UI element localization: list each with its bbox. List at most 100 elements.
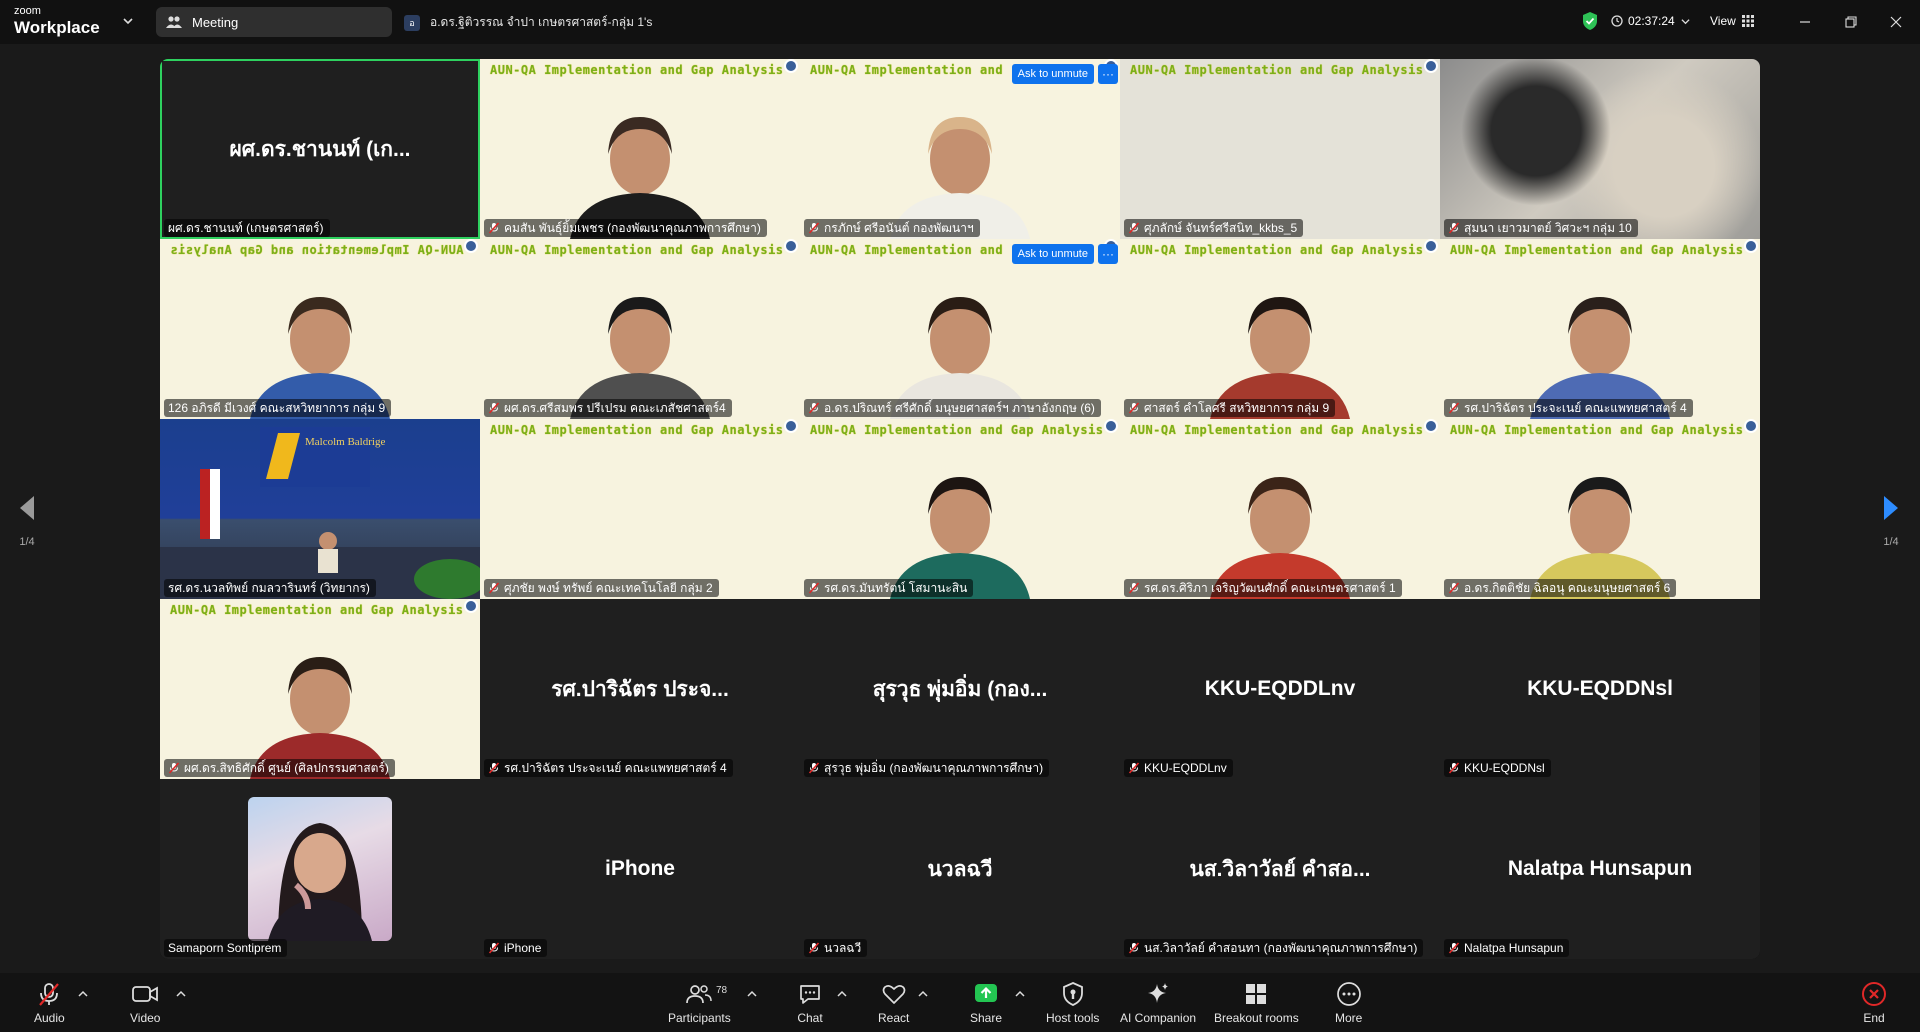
microphone-muted-icon	[808, 402, 820, 414]
tile-more-options-button[interactable]: ···	[1098, 244, 1118, 264]
microphone-muted-icon	[168, 762, 180, 774]
audio-options-caret-icon[interactable]	[78, 989, 88, 999]
participant-name: นวลฉวี	[824, 940, 862, 955]
brand-zoom: zoom	[14, 5, 41, 17]
participant-video-figure	[1530, 297, 1670, 419]
microphone-muted-icon	[488, 222, 500, 234]
arrow-left-icon[interactable]	[18, 494, 36, 522]
ask-to-unmute-button[interactable]: Ask to unmute	[1011, 64, 1094, 84]
view-button[interactable]: View	[1710, 14, 1754, 28]
participant-nameplate: ผศ.ดร.ศรีสมพร ปรีเปรม คณะเภสัชศาสตร์4	[484, 399, 732, 417]
clock-icon	[1611, 15, 1623, 27]
view-label: View	[1710, 14, 1736, 28]
microphone-muted-icon	[1128, 762, 1140, 774]
participant-nameplate: KKU-EQDDLnv	[1124, 759, 1233, 777]
participant-video-figure	[570, 297, 710, 419]
participant-nameplate: อ.ดร.ปริณทร์ ศรีศักดิ์ มนุษยศาสตร์ฯ ภาษา…	[804, 399, 1101, 417]
people-icon	[166, 16, 182, 28]
participant-tile[interactable]: AUN-QA Implementation and Gap Analysis รศ…	[1120, 419, 1440, 599]
breakout-rooms-icon	[1246, 984, 1267, 1004]
more-button[interactable]: More	[1335, 981, 1362, 1025]
minimize-button[interactable]	[1795, 12, 1815, 32]
university-seal-icon	[784, 419, 798, 433]
microphone-muted-icon	[1128, 222, 1140, 234]
breakout-rooms-button[interactable]: Breakout rooms	[1214, 981, 1299, 1025]
participant-tile[interactable]: AUN-QA Implementation and Gap Analysis คม…	[480, 59, 800, 239]
participant-tile[interactable]: AUN-QA Implementation and Gap Analysis รศ…	[1440, 239, 1760, 419]
participant-display-name: KKU-EQDDLnv	[1204, 677, 1356, 700]
end-meeting-button[interactable]: End	[1861, 981, 1887, 1025]
participant-tile[interactable]: นส.วิลาวัลย์ คำสอ... นส.วิลาวัลย์ คำสอนทา…	[1120, 779, 1440, 959]
shared-screen-tab[interactable]: อ อ.ดร.ฐิติวรรณ จำปา เกษตรศาสตร์-กลุ่ม 1…	[404, 13, 652, 32]
previous-page-nav[interactable]: 1/4	[18, 494, 36, 548]
chat-label: Chat	[797, 1011, 823, 1025]
university-seal-icon	[784, 239, 798, 253]
participant-nameplate: รศ.ปาริฉัตร ประจะเนย์ คณะแพทยศาสตร์ 4	[1444, 399, 1693, 417]
react-caret-icon[interactable]	[918, 989, 928, 999]
participant-tile[interactable]: AUN-QA Implementation and Gap Analysis อ.…	[1440, 419, 1760, 599]
participant-name: สุรวุธ พุ่มอิ่ม (กองพัฒนาคุณภาพการศึกษา)	[824, 760, 1044, 775]
host-tools-button[interactable]: Host tools	[1046, 981, 1099, 1025]
participant-tile[interactable]: iPhone iPhone	[480, 779, 800, 959]
participant-tile[interactable]: AUN-QA Implementation and Gap Analysis รศ…	[800, 419, 1120, 599]
chevron-down-icon[interactable]	[122, 15, 134, 27]
participants-caret-icon[interactable]	[747, 989, 757, 999]
participant-tile[interactable]: AUN-QA Implementation and Gap Analysis ศา…	[1120, 239, 1440, 419]
participant-tile[interactable]: AUN-QA Implementation and Gap Analysis ศุ…	[480, 419, 800, 599]
participant-tile[interactable]: สุมนา เยาวมาตย์ วิศวะฯ กลุ่ม 10	[1440, 59, 1760, 239]
share-button[interactable]: Share	[970, 981, 1002, 1025]
participant-tile[interactable]: AUN-QA Implementation and Gap Analysis ศุ…	[1120, 59, 1440, 239]
participant-tile[interactable]: Malcolm Baldrige รศ.ดร.นวลทิพย์ กมลวารินท…	[160, 419, 480, 599]
participant-tile[interactable]: AUN-QA Implementation and Gap Analysis ผศ…	[480, 239, 800, 419]
participant-video-figure	[890, 297, 1030, 419]
participant-tile[interactable]: รศ.ปาริฉัตร ประจ... รศ.ปาริฉัตร ประจะเนย์…	[480, 599, 800, 779]
participant-tile[interactable]: AUN-QA Implementation and Gap Analysis 12…	[160, 239, 480, 419]
participant-tile[interactable]: Samaporn Sontiprem	[160, 779, 480, 959]
ask-to-unmute-button[interactable]: Ask to unmute	[1011, 244, 1094, 264]
microphone-muted-icon	[1448, 942, 1460, 954]
share-caret-icon[interactable]	[1015, 989, 1025, 999]
encryption-shield-icon[interactable]	[1581, 11, 1599, 31]
participant-video-figure	[250, 297, 390, 419]
participant-name: รศ.ดร.มันทรัตน์ โสมานะสิน	[824, 580, 968, 595]
participant-tile[interactable]: AUN-QA Implementation and Ask to unmute ··…	[800, 59, 1120, 239]
end-call-icon	[1862, 982, 1886, 1006]
close-button[interactable]	[1886, 12, 1906, 32]
aun-qa-banner-text: AUN-QA Implementation and	[810, 243, 1004, 257]
participant-name: นส.วิลาวัลย์ คำสอนทา (กองพัฒนาคุณภาพการศ…	[1144, 940, 1418, 955]
participant-nameplate: ผศ.ดร.สิทธิศักดิ์ ศูนย์ (ศิลปกรรมศาสตร์)	[164, 759, 395, 777]
zoom-workplace-logo[interactable]: zoom Workplace	[14, 5, 100, 37]
profile-portrait	[268, 823, 372, 941]
arrow-right-icon[interactable]	[1882, 494, 1900, 522]
participant-nameplate: ผศ.ดร.ชานนท์ (เกษตรศาสตร์)	[164, 219, 330, 237]
ai-companion-label: AI Companion	[1120, 1011, 1197, 1025]
participant-tile[interactable]: KKU-EQDDNsl KKU-EQDDNsl	[1440, 599, 1760, 779]
chat-caret-icon[interactable]	[837, 989, 847, 999]
ai-companion-button[interactable]: AI Companion	[1120, 981, 1196, 1025]
audio-button[interactable]: Audio	[34, 981, 65, 1025]
participant-tile[interactable]: Nalatpa Hunsapun Nalatpa Hunsapun	[1440, 779, 1760, 959]
react-button[interactable]: React	[878, 981, 909, 1025]
participant-video-figure	[1210, 477, 1350, 599]
react-label: React	[878, 1011, 910, 1025]
participant-tile[interactable]: KKU-EQDDLnv KKU-EQDDLnv	[1120, 599, 1440, 779]
next-page-nav[interactable]: 1/4	[1882, 494, 1900, 548]
microphone-muted-icon	[1128, 942, 1140, 954]
participant-name: ศุภชัย พงษ์ ทรัพย์ คณะเทคโนโลยี กลุ่ม 2	[504, 580, 713, 595]
close-icon	[1890, 16, 1902, 28]
participant-tile[interactable]: นวลฉวี นวลฉวี	[800, 779, 1120, 959]
participant-tile[interactable]: ผศ.ดร.ชานนท์ (เก... ผศ.ดร.ชานนท์ (เกษตรศา…	[160, 59, 480, 239]
chat-button[interactable]: Chat	[797, 981, 823, 1025]
video-button[interactable]: Video	[130, 981, 160, 1025]
microphone-muted-icon	[488, 762, 500, 774]
tile-more-options-button[interactable]: ···	[1098, 64, 1118, 84]
meeting-timer[interactable]: 02:37:24	[1611, 14, 1695, 28]
participant-tile[interactable]: สุรวุธ พุ่มอิ่ม (กอง... สุรวุธ พุ่มอิ่ม (…	[800, 599, 1120, 779]
video-options-caret-icon[interactable]	[176, 989, 186, 999]
restore-button[interactable]	[1841, 12, 1861, 32]
aun-qa-banner-text: AUN-QA Implementation and Gap Analysis	[1450, 423, 1744, 437]
participant-name: ศุภลักษ์ จันทร์ศรีสนิท_kkbs_5	[1144, 220, 1298, 235]
meeting-window-tab[interactable]: Meeting	[156, 7, 392, 37]
participant-tile[interactable]: AUN-QA Implementation and Ask to unmute ··…	[800, 239, 1120, 419]
participant-tile[interactable]: AUN-QA Implementation and Gap Analysis ผศ…	[160, 599, 480, 779]
